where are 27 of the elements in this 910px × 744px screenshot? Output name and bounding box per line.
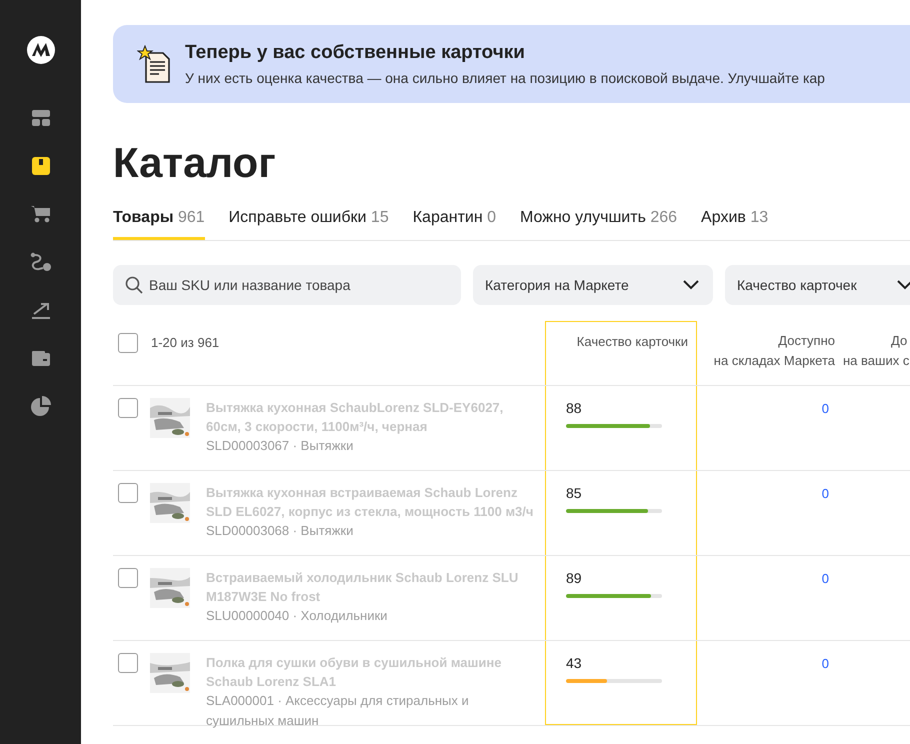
- range-label: 1-20 из 961: [151, 334, 220, 350]
- product-sku: SLD00003067 · Вытяжки: [206, 437, 354, 455]
- tab[interactable]: Исправьте ошибки 15: [228, 209, 389, 240]
- stock-link[interactable]: 0: [822, 571, 829, 586]
- stock-link[interactable]: 0: [822, 486, 829, 501]
- tab[interactable]: Архив 13: [701, 209, 768, 240]
- quality-score: 85: [566, 485, 583, 501]
- page-title: Каталог: [113, 139, 277, 187]
- quality-score: 89: [566, 570, 583, 586]
- banner-title: Теперь у вас собственные карточки: [185, 42, 526, 64]
- search-field[interactable]: Ваш SKU или название товара: [113, 265, 461, 305]
- stock-link[interactable]: 0: [822, 401, 829, 416]
- dropdown[interactable]: Качество карточек: [725, 265, 910, 305]
- quality-score: 88: [566, 400, 583, 416]
- column-header: Качество карточки: [545, 321, 697, 385]
- quality-score: 43: [566, 655, 583, 671]
- product-sku: SLA000001 · Аксессуары для стиральных и сушильных машин: [206, 692, 470, 730]
- product-sku: SLD00003068 · Вытяжки: [206, 522, 354, 540]
- tab[interactable]: Можно улучшить 266: [520, 209, 678, 240]
- product-sku: SLU00000040 · Холодильники: [206, 607, 388, 625]
- tab[interactable]: Карантин 0: [412, 209, 496, 240]
- stock-link[interactable]: 0: [822, 656, 829, 671]
- column-header: До на ваших с: [843, 332, 910, 370]
- column-header: Доступно на складах Маркета: [712, 332, 836, 370]
- dropdown[interactable]: Категория на Маркете: [473, 265, 713, 305]
- tab[interactable]: Товары 961: [113, 209, 205, 240]
- banner-text: У них есть оценка качества — она сильно влияет на позицию в поисковой выдаче. Улучшайте кар: [185, 70, 825, 86]
